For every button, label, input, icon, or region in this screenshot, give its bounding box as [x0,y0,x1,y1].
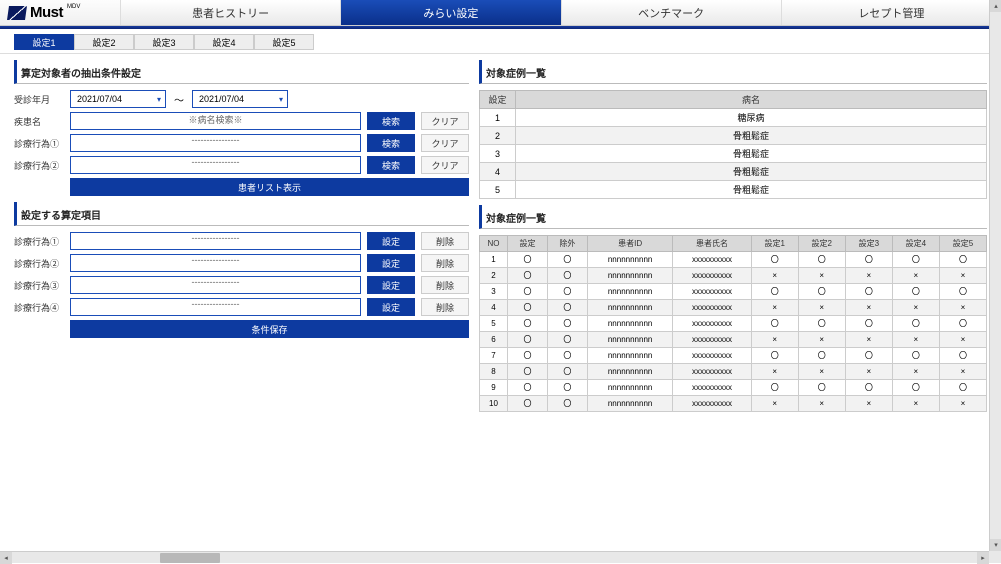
pt-header-7: 設定3 [845,236,892,252]
main-tab-0[interactable]: 患者ヒストリー [120,0,340,25]
search-row-label-1: 診療行為① [14,137,64,150]
search-button-1[interactable]: 検索 [367,134,415,152]
main-tab-1[interactable]: みらい設定 [340,0,560,25]
search-button-0[interactable]: 検索 [367,112,415,130]
patient-row[interactable]: 8〇〇nnnnnnnnnnxxxxxxxxxx××××× [480,364,987,380]
clear-button-0[interactable]: クリア [421,112,469,130]
patient-row[interactable]: 7〇〇nnnnnnnnnnxxxxxxxxxx〇〇〇〇〇 [480,348,987,364]
scroll-up-icon[interactable]: ▴ [990,0,1001,12]
pt-header-5: 設定1 [751,236,798,252]
sub-tab-1[interactable]: 設定2 [74,34,134,50]
case-row[interactable]: 1糖尿病 [480,109,987,127]
scroll-right-icon[interactable]: ▸ [977,552,989,564]
sub-tab-2[interactable]: 設定3 [134,34,194,50]
clear-button-2[interactable]: クリア [421,156,469,174]
search-row-label-0: 疾患名 [14,115,64,128]
pt-header-0: NO [480,236,508,252]
delete-button-3[interactable]: 削除 [421,298,469,316]
calc-row-label-3: 診療行為④ [14,301,64,314]
case-header-1: 病名 [516,91,987,109]
logo-text: Must [30,4,63,21]
delete-button-1[interactable]: 削除 [421,254,469,272]
sub-tab-4[interactable]: 設定5 [254,34,314,50]
date-to-select[interactable]: 2021/07/04 [192,90,288,108]
pt-header-8: 設定4 [892,236,939,252]
show-patient-list-button[interactable]: 患者リスト表示 [70,178,469,196]
calc-row-input-3[interactable]: ---------------- [70,298,361,316]
logo-icon [7,6,27,20]
calc-row-label-1: 診療行為② [14,257,64,270]
section-extraction-title: 算定対象者の抽出条件設定 [14,60,469,84]
main-tab-2[interactable]: ベンチマーク [561,0,781,25]
patient-row[interactable]: 6〇〇nnnnnnnnnnxxxxxxxxxx××××× [480,332,987,348]
scroll-left-icon[interactable]: ◂ [0,552,12,564]
set-button-3[interactable]: 設定 [367,298,415,316]
pt-header-4: 患者氏名 [673,236,751,252]
patient-row[interactable]: 4〇〇nnnnnnnnnnxxxxxxxxxx××××× [480,300,987,316]
pt-header-3: 患者ID [587,236,672,252]
patients-table: NO設定除外患者ID患者氏名設定1設定2設定3設定4設定5 1〇〇nnnnnnn… [479,235,987,412]
save-conditions-button[interactable]: 条件保存 [70,320,469,338]
case-row[interactable]: 3骨粗鬆症 [480,145,987,163]
pt-header-6: 設定2 [798,236,845,252]
date-label: 受診年月 [14,93,64,106]
pt-header-9: 設定5 [939,236,986,252]
date-from-select[interactable]: 2021/07/04 [70,90,166,108]
search-button-2[interactable]: 検索 [367,156,415,174]
case-row[interactable]: 5骨粗鬆症 [480,181,987,199]
scroll-down-icon[interactable]: ▾ [990,539,1001,551]
clear-button-1[interactable]: クリア [421,134,469,152]
case-header-0: 設定 [480,91,516,109]
delete-button-0[interactable]: 削除 [421,232,469,250]
delete-button-2[interactable]: 削除 [421,276,469,294]
case-row[interactable]: 4骨粗鬆症 [480,163,987,181]
calc-row-input-2[interactable]: ---------------- [70,276,361,294]
case-row[interactable]: 2骨粗鬆症 [480,127,987,145]
search-row-input-0[interactable]: ※病名検索※ [70,112,361,130]
search-row-input-2[interactable]: ---------------- [70,156,361,174]
set-button-2[interactable]: 設定 [367,276,415,294]
section-patients-title: 対象症例一覧 [479,205,987,229]
horizontal-scrollbar[interactable]: ◂ ▸ [0,551,989,563]
set-button-0[interactable]: 設定 [367,232,415,250]
scroll-corner [989,551,1001,563]
patient-row[interactable]: 5〇〇nnnnnnnnnnxxxxxxxxxx〇〇〇〇〇 [480,316,987,332]
calc-row-input-0[interactable]: ---------------- [70,232,361,250]
vertical-scrollbar[interactable]: ▴ ▾ [989,0,1001,551]
scroll-thumb[interactable] [160,553,220,563]
search-row-input-1[interactable]: ---------------- [70,134,361,152]
patient-row[interactable]: 10〇〇nnnnnnnnnnxxxxxxxxxx××××× [480,396,987,412]
patient-row[interactable]: 3〇〇nnnnnnnnnnxxxxxxxxxx〇〇〇〇〇 [480,284,987,300]
section-calc-title: 設定する算定項目 [14,202,469,226]
patient-row[interactable]: 1〇〇nnnnnnnnnnxxxxxxxxxx〇〇〇〇〇 [480,252,987,268]
calc-row-input-1[interactable]: ---------------- [70,254,361,272]
search-row-label-2: 診療行為② [14,159,64,172]
calc-row-label-0: 診療行為① [14,235,64,248]
calc-row-label-2: 診療行為③ [14,279,64,292]
cases-table: 設定病名 1糖尿病2骨粗鬆症3骨粗鬆症4骨粗鬆症5骨粗鬆症 [479,90,987,199]
set-button-1[interactable]: 設定 [367,254,415,272]
patient-row[interactable]: 2〇〇nnnnnnnnnnxxxxxxxxxx××××× [480,268,987,284]
logo-sup: MDV [67,4,80,10]
sub-tab-3[interactable]: 設定4 [194,34,254,50]
tilde: ～ [172,92,186,107]
main-tab-3[interactable]: レセプト管理 [781,0,1001,25]
section-cases-title: 対象症例一覧 [479,60,987,84]
pt-header-2: 除外 [547,236,587,252]
pt-header-1: 設定 [508,236,548,252]
sub-tab-0[interactable]: 設定1 [14,34,74,50]
patient-row[interactable]: 9〇〇nnnnnnnnnnxxxxxxxxxx〇〇〇〇〇 [480,380,987,396]
app-logo: Must MDV [0,0,120,25]
